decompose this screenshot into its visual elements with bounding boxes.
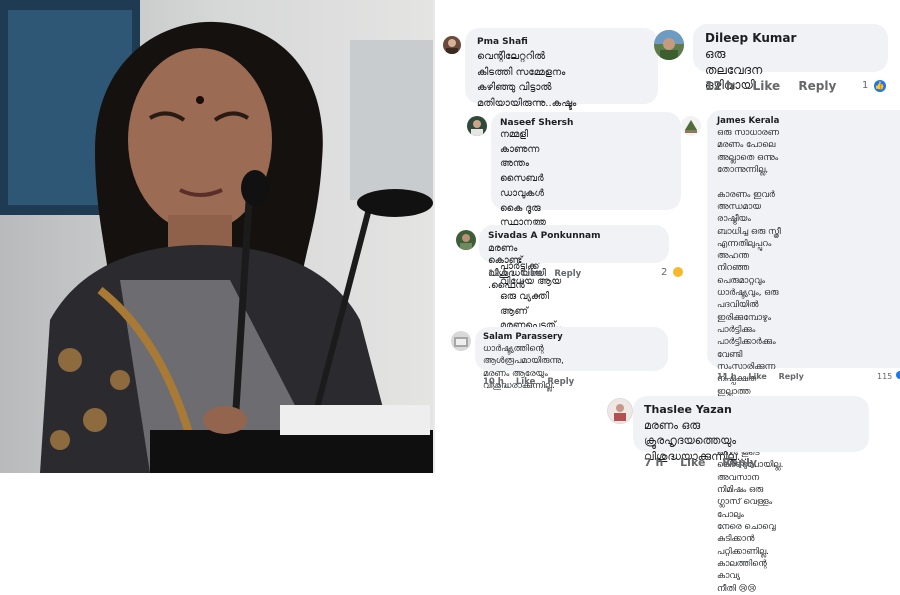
user-avatar-icon xyxy=(654,30,684,60)
user-avatar-icon xyxy=(446,39,458,54)
like-button[interactable]: Like xyxy=(516,377,536,387)
speaker-illustration xyxy=(0,0,433,473)
avatar[interactable] xyxy=(443,36,461,54)
avatar[interactable] xyxy=(607,398,633,424)
reaction-count: 115 xyxy=(877,372,893,381)
like-button[interactable]: Like xyxy=(522,269,542,279)
like-button[interactable]: Like xyxy=(748,372,766,381)
comment-meta: 12 h Like Reply xyxy=(705,79,836,93)
reaction-count: 2 xyxy=(661,267,668,278)
avatar[interactable] xyxy=(467,116,487,136)
reaction-count: 1 xyxy=(862,80,869,91)
user-avatar-icon xyxy=(471,120,483,136)
user-avatar-icon xyxy=(460,234,472,250)
comment-meta: 12 h Like Reply xyxy=(488,269,581,279)
reaction-badge[interactable]: 2 xyxy=(661,267,683,278)
comment-meta: 7 h Like Reply xyxy=(644,456,757,469)
commenter-name[interactable]: Sivadas A Ponkunnam xyxy=(488,231,600,241)
comment-text: വെന്റിലേറ്ററിൽ കിടത്തി സമ്മേളനം കഴിഞ്ഞു … xyxy=(477,51,577,109)
comment-text: മരണം കൊണ്ട് വിശുദ്ധയായി .ഫൈൻ xyxy=(488,243,546,292)
comment-meta: 11 h Like Reply xyxy=(717,372,804,381)
avatar[interactable] xyxy=(654,30,684,60)
commenter-name[interactable]: Salam Parassery xyxy=(483,332,563,342)
speaker-photo xyxy=(0,0,433,473)
like-reaction-icon xyxy=(895,371,900,379)
like-button[interactable]: Like xyxy=(680,456,705,469)
avatar[interactable] xyxy=(681,116,701,136)
user-avatar-icon xyxy=(685,120,697,133)
comment-time[interactable]: 12 h xyxy=(488,269,509,279)
reaction-badge[interactable]: 1 👍 xyxy=(862,80,886,92)
haha-reaction-icon xyxy=(672,267,683,277)
comment-time[interactable]: 11 h xyxy=(717,372,737,381)
reply-button[interactable]: Reply xyxy=(554,269,581,279)
reaction-badge[interactable]: 115 xyxy=(877,371,900,381)
comment-text: ഒരു സാധാരണ മരണം പോലെ അല്ലാതെ ഒന്നും തോന്… xyxy=(717,128,784,594)
commenter-name[interactable]: Pma Shafi xyxy=(477,37,528,47)
reply-button[interactable]: Reply xyxy=(779,372,804,381)
commenter-name[interactable]: Naseef Shersh xyxy=(500,118,573,128)
comment-time[interactable]: 12 h xyxy=(705,79,734,93)
like-reaction-icon: 👍 xyxy=(873,80,886,92)
user-avatar-icon xyxy=(454,337,468,347)
reply-button[interactable]: Reply xyxy=(798,79,836,93)
avatar[interactable] xyxy=(451,331,471,351)
comment-time[interactable]: 10 h xyxy=(483,377,504,387)
user-avatar-icon xyxy=(614,404,626,421)
reply-button[interactable]: Reply xyxy=(722,456,757,469)
commenter-name[interactable]: James Kerala xyxy=(717,116,779,126)
comment-meta: 10 h Like Reply xyxy=(483,377,574,387)
avatar[interactable] xyxy=(456,230,476,250)
comment-feed: Pma Shafi വെന്റിലേറ്ററിൽ കിടത്തി സമ്മേളന… xyxy=(435,0,900,594)
like-button[interactable]: Like xyxy=(753,79,781,93)
reply-button[interactable]: Reply xyxy=(547,377,574,387)
commenter-name[interactable]: Dileep Kumar xyxy=(705,31,796,45)
commenter-name[interactable]: Thaslee Yazan xyxy=(644,403,732,416)
comment-time[interactable]: 7 h xyxy=(644,456,663,469)
